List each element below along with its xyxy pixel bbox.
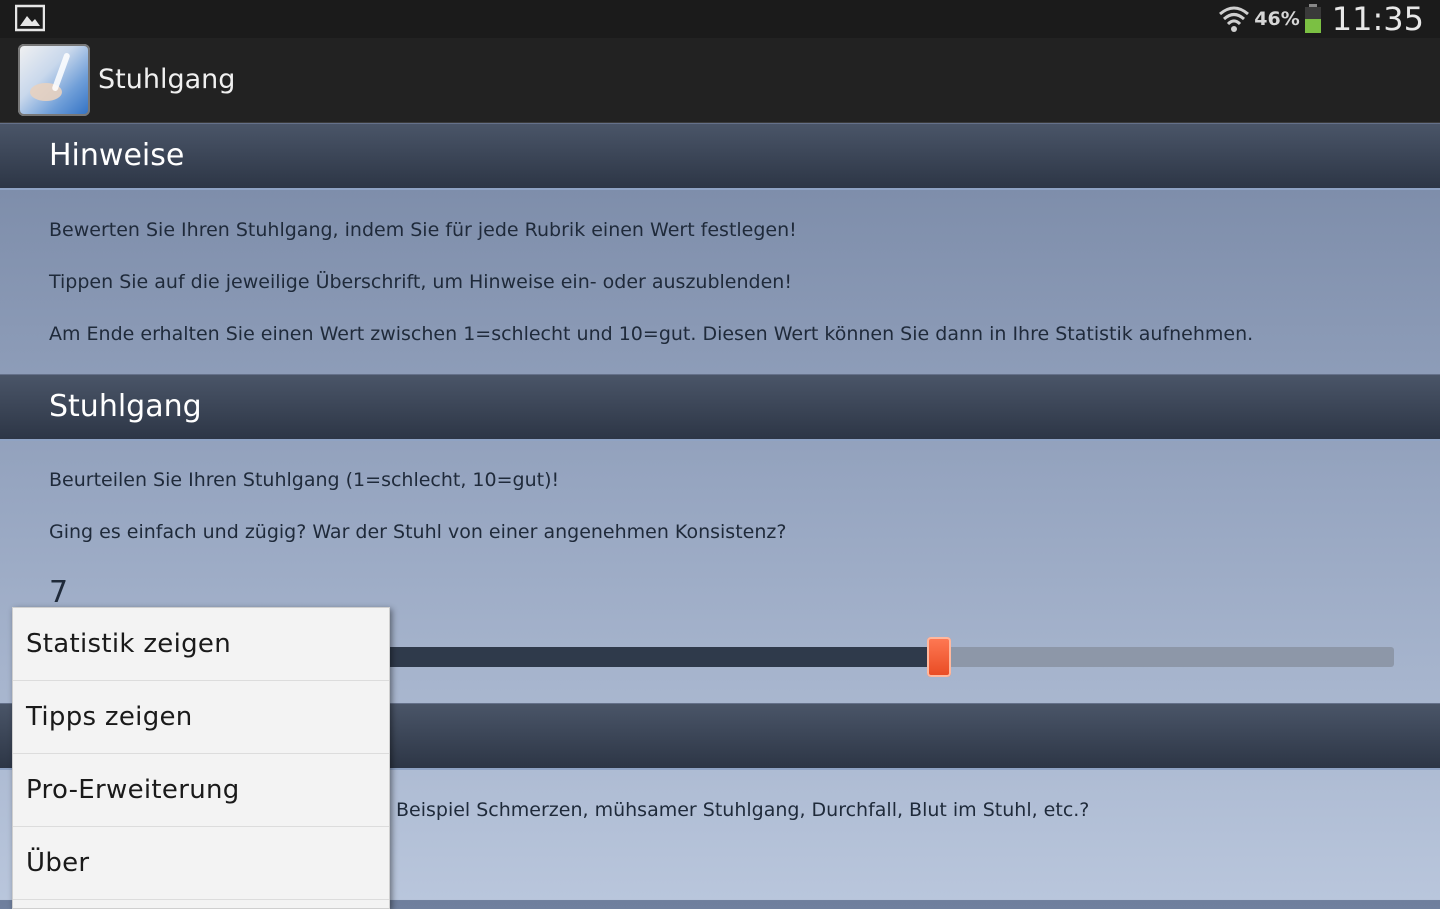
status-right-group: 46% 11:35: [1218, 0, 1424, 38]
status-bar: 46% 11:35: [0, 0, 1440, 38]
hint-text-1: Bewerten Sie Ihren Stuhlgang, indem Sie …: [49, 219, 797, 241]
slider-thumb[interactable]: [927, 637, 951, 677]
menu-item-statistik[interactable]: Statistik zeigen: [13, 608, 389, 681]
third-section-text: Beispiel Schmerzen, mühsamer Stuhlgang, …: [396, 799, 1090, 821]
section-title-stuhlgang: Stuhlgang: [49, 389, 202, 424]
menu-item-tipps[interactable]: Tipps zeigen: [13, 681, 389, 754]
app-title: Stuhlgang: [98, 64, 236, 95]
wifi-icon: [1219, 6, 1250, 32]
hint-text-2: Tippen Sie auf die jeweilige Überschrift…: [49, 271, 792, 293]
hint-text-3: Am Ende erhalten Sie einen Wert zwischen…: [49, 323, 1254, 345]
rating-question-2: Ging es einfach und zügig? War der Stuhl…: [49, 521, 787, 543]
menu-item-ueber[interactable]: Über: [13, 827, 389, 900]
action-bar: Stuhlgang: [0, 38, 1440, 124]
rating-value: 7: [49, 575, 69, 610]
rating-question-1: Beurteilen Sie Ihren Stuhlgang (1=schlec…: [49, 469, 560, 491]
menu-item-pro[interactable]: Pro-Erweiterung: [13, 754, 389, 827]
app-logo-graphic: [30, 53, 70, 101]
section-header-hinweise[interactable]: Hinweise: [0, 123, 1440, 190]
battery-percent: 46%: [1254, 8, 1300, 30]
section-header-stuhlgang[interactable]: Stuhlgang: [0, 374, 1440, 441]
overflow-menu: Statistik zeigen Tipps zeigen Pro-Erweit…: [12, 607, 390, 909]
section-title-hinweise: Hinweise: [49, 138, 185, 173]
image-icon: [15, 4, 45, 32]
app-logo-icon[interactable]: [18, 44, 90, 116]
clock: 11:35: [1331, 0, 1424, 38]
battery-icon: [1304, 4, 1321, 33]
